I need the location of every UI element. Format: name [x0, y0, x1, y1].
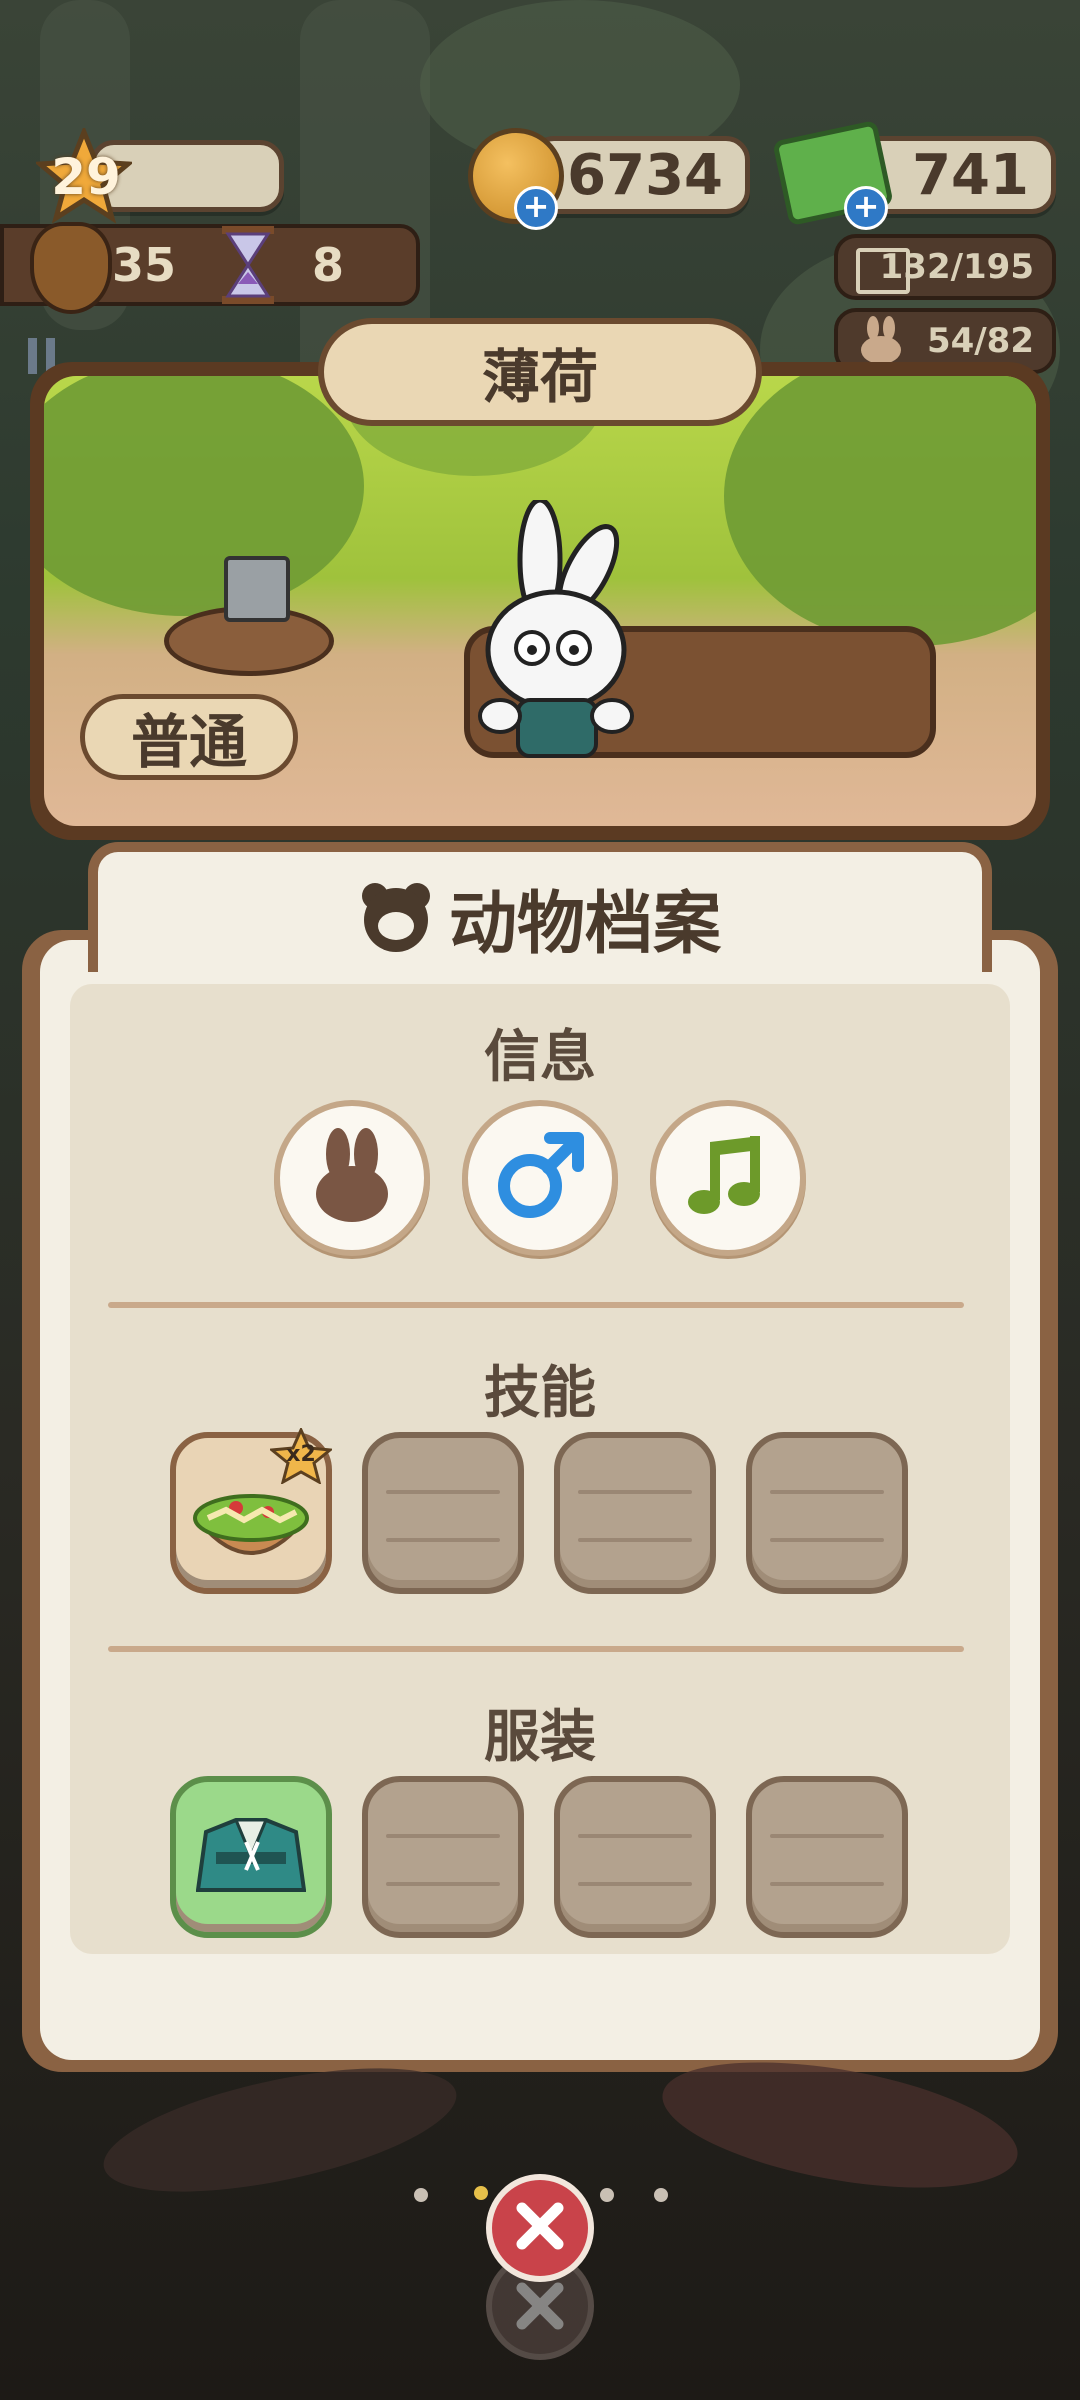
skill-slot-4[interactable]: [746, 1432, 908, 1594]
animal-name-plate: 薄荷: [318, 318, 762, 426]
close-button[interactable]: [486, 2174, 594, 2282]
outfit-section-title: 服装: [484, 1705, 596, 1770]
slot-wood-grain: [770, 1538, 884, 1542]
male-icon: [490, 1126, 590, 1230]
profile-title: 动物档案: [88, 862, 992, 972]
close-icon: [510, 2196, 570, 2260]
animal-name: 薄荷: [481, 343, 598, 411]
scene-bush: [724, 376, 1036, 646]
kimono-outfit-icon: [195, 1812, 307, 1912]
hobby-button[interactable]: [650, 1100, 806, 1256]
outfit-slot-2[interactable]: [362, 1776, 524, 1938]
outfit-slot-1[interactable]: [170, 1776, 332, 1938]
info-section-title: 信息: [484, 1025, 596, 1090]
slot-wood-grain: [386, 1538, 500, 1542]
slot-wood-grain: [578, 1834, 692, 1838]
section-divider: [108, 1646, 964, 1652]
rarity-badge: 普通: [80, 694, 298, 780]
page-dot: [654, 2188, 668, 2202]
page-dot: [414, 2188, 428, 2202]
outfit-slot-3[interactable]: [554, 1776, 716, 1938]
add-coins-button[interactable]: +: [514, 186, 558, 230]
gender-button[interactable]: [462, 1100, 618, 1256]
scene-bush: [44, 376, 364, 616]
rabbit-icon: [310, 1128, 394, 1228]
skills-section-title: 技能: [484, 1361, 596, 1426]
pinecone-value: 35: [112, 238, 177, 292]
bear-icon: [359, 880, 433, 954]
level-value: 29: [51, 148, 121, 206]
rarity-label: 普通: [130, 708, 247, 776]
species-button[interactable]: [274, 1100, 430, 1256]
storage-icon: [856, 248, 910, 294]
music-note-icon: [680, 1128, 776, 1228]
slot-wood-grain: [386, 1834, 500, 1838]
slot-wood-grain: [386, 1882, 500, 1886]
hourglass-icon: [218, 224, 278, 306]
slot-wood-grain: [578, 1882, 692, 1886]
scene-cup: [224, 556, 290, 622]
page-dot: [474, 2186, 488, 2200]
add-cash-button[interactable]: +: [844, 186, 888, 230]
pinecone-icon: [30, 222, 112, 314]
skill-slot-1[interactable]: x2: [170, 1426, 334, 1594]
bunny-character[interactable]: [470, 497, 640, 770]
slot-wood-grain: [770, 1490, 884, 1494]
page-dot: [600, 2188, 614, 2202]
skill-slot-3[interactable]: [554, 1432, 716, 1594]
skill-multiplier-text: x2: [286, 1442, 316, 1467]
rabbit-head-icon: [856, 316, 906, 364]
section-divider: [108, 1302, 964, 1308]
outfit-slot-4[interactable]: [746, 1776, 908, 1938]
skill-multiplier-badge: x2: [268, 1426, 334, 1486]
skill-slot-2[interactable]: [362, 1432, 524, 1594]
cash-value: 741: [912, 142, 1029, 208]
animal-value: 54/82: [926, 321, 1034, 361]
profile-title-text: 动物档案: [448, 884, 721, 964]
slot-wood-grain: [770, 1882, 884, 1886]
time-token-value: 8: [312, 238, 345, 292]
slot-wood-grain: [578, 1538, 692, 1542]
slot-wood-grain: [578, 1490, 692, 1494]
slot-wood-grain: [770, 1834, 884, 1838]
slot-wood-grain: [386, 1490, 500, 1494]
